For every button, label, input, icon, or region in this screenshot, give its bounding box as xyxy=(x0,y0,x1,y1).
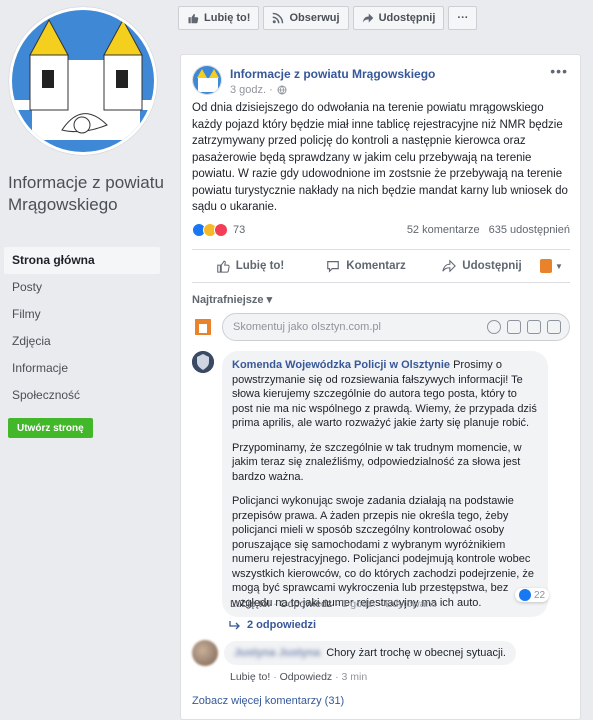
page-action-bar: Lubię to! Obserwuj Udostępnij ··· xyxy=(178,6,478,30)
page-profile-picture[interactable] xyxy=(9,7,157,155)
view-replies-link[interactable]: 2 odpowiedzi xyxy=(229,619,316,631)
rss-icon xyxy=(273,12,284,24)
comment-input[interactable]: Skomentuj jako olsztyn.com.pl xyxy=(222,313,570,341)
comment-text-p3: Policjanci wykonując swoje zadania dział… xyxy=(232,495,535,609)
left-sidebar: Informacje z powiatu Mrągowskiego Strona… xyxy=(0,0,170,720)
comment-reply-link[interactable]: Odpowiedz xyxy=(280,598,333,610)
follow-button[interactable]: Obserwuj xyxy=(263,6,349,30)
replies-count: 2 odpowiedzi xyxy=(247,619,317,631)
globe-icon xyxy=(277,85,287,95)
comment-sort-dropdown[interactable]: Najtrafniejsze ▾ xyxy=(192,293,272,306)
post-stats: 73 52 komentarze 635 udostępnień xyxy=(192,223,570,237)
post-header: Informacje z powiatu Mrągowskiego 3 godz… xyxy=(192,65,435,96)
comment-police: Komenda Wojewódzka Policji w Olsztynie P… xyxy=(192,351,570,617)
actor-selector-icon[interactable]: ▼ xyxy=(540,259,570,273)
post-like-label: Lubię to! xyxy=(235,260,285,272)
post-time[interactable]: 3 godz. · xyxy=(230,84,273,96)
comment-placeholder: Skomentuj jako olsztyn.com.pl xyxy=(233,321,381,333)
nav-item-community[interactable]: Społeczność xyxy=(4,382,160,409)
post-author-avatar[interactable] xyxy=(192,65,222,95)
reply-arrow-icon xyxy=(229,621,240,630)
reaction-count[interactable]: 73 xyxy=(233,224,245,236)
nav-item-photos[interactable]: Zdjęcia xyxy=(4,328,160,355)
sticker-icon[interactable] xyxy=(547,320,561,334)
nav-item-home[interactable]: Strona główna xyxy=(4,247,160,274)
speech-bubble-icon xyxy=(327,261,340,273)
comment-author-blurred[interactable]: Justyna Justyna xyxy=(234,647,320,659)
share-arrow-icon xyxy=(442,259,457,273)
comment-edited[interactable]: Edytowano xyxy=(385,598,437,610)
gif-icon[interactable] xyxy=(527,320,541,334)
share-count[interactable]: 635 udostępnień xyxy=(489,224,570,236)
nav-item-about[interactable]: Informacje xyxy=(4,355,160,382)
comment-time[interactable]: 1 godz. xyxy=(342,598,376,610)
commenter-avatar xyxy=(192,316,214,338)
more-options-button[interactable]: ··· xyxy=(448,6,478,30)
post-author-name[interactable]: Informacje z powiatu Mrągowskiego xyxy=(230,67,435,81)
love-reaction-icon xyxy=(214,223,228,237)
comment-author[interactable]: Komenda Wojewódzka Policji w Olsztynie xyxy=(232,359,450,371)
comment-bubble: Justyna Justyna Chory żart trochę w obec… xyxy=(224,641,516,665)
post-comment-button[interactable]: Komentarz xyxy=(308,259,424,273)
camera-icon[interactable] xyxy=(507,320,521,334)
comment-bubble: Komenda Wojewódzka Policji w Olsztynie P… xyxy=(222,351,548,617)
coat-of-arms-logo-small xyxy=(193,66,221,94)
share-arrow-icon xyxy=(362,13,373,23)
post-share-label: Udostępnij xyxy=(462,260,522,272)
share-page-button[interactable]: Udostępnij xyxy=(352,6,445,30)
comment-text: Chory żart trochę w obecnej sytuacji. xyxy=(326,647,506,659)
post-comment-label: Komentarz xyxy=(346,260,406,272)
like-reaction-icon xyxy=(519,589,531,601)
more-label: ··· xyxy=(457,12,469,24)
follow-label: Obserwuj xyxy=(289,12,340,24)
post-card: Informacje z powiatu Mrągowskiego 3 godz… xyxy=(180,54,581,720)
comment-reply-link[interactable]: Odpowiedz xyxy=(280,671,333,683)
comment-time[interactable]: 3 min xyxy=(342,671,368,683)
comment-like-link[interactable]: Lubię to! xyxy=(230,598,270,610)
create-page-button[interactable]: Utwórz stronę xyxy=(8,418,93,438)
nav-item-posts[interactable]: Posty xyxy=(4,274,160,301)
comment-like-link[interactable]: Lubię to! xyxy=(230,671,270,683)
police-avatar[interactable] xyxy=(192,351,214,373)
more-comments-link[interactable]: Zobacz więcej komentarzy (31) xyxy=(192,695,344,707)
comment-count[interactable]: 52 komentarze xyxy=(407,224,480,236)
post-like-button[interactable]: Lubię to! xyxy=(192,259,308,273)
page-nav: Strona główna Posty Filmy Zdjęcia Inform… xyxy=(4,247,160,409)
coat-of-arms-logo xyxy=(12,10,154,152)
police-badge-logo xyxy=(192,351,214,373)
share-page-label: Udostępnij xyxy=(378,12,436,24)
comment-composer: Skomentuj jako olsztyn.com.pl xyxy=(192,313,570,341)
emoji-icon[interactable] xyxy=(487,320,501,334)
olsztyn-logo xyxy=(192,316,214,338)
post-options-icon[interactable]: ••• xyxy=(550,63,568,79)
comment-text-p2: Przypominamy, że szczególnie w tak trudn… xyxy=(232,441,522,483)
comment-meta: Lubię to! · Odpowiedz · 3 min xyxy=(230,671,368,683)
comment-user: Justyna Justyna Chory żart trochę w obec… xyxy=(192,640,516,666)
like-page-label: Lubię to! xyxy=(204,12,251,24)
page-name: Informacje z powiatu Mrągowskiego xyxy=(8,173,164,214)
post-share-button[interactable]: Udostępnij xyxy=(424,259,540,273)
reaction-icons[interactable] xyxy=(192,223,228,237)
comment-reaction-badge[interactable]: 22 xyxy=(515,588,550,602)
comment-like-count: 22 xyxy=(534,589,546,601)
nav-item-videos[interactable]: Filmy xyxy=(4,301,160,328)
thumbs-up-icon xyxy=(216,260,230,273)
like-page-button[interactable]: Lubię to! xyxy=(178,6,260,30)
thumbs-up-icon xyxy=(188,13,199,24)
user-avatar[interactable] xyxy=(192,640,218,666)
post-text: Od dnia dzisiejszego do odwołania na ter… xyxy=(192,102,568,213)
comment-meta: Lubię to! · Odpowiedz · 1 godz. · Edytow… xyxy=(230,598,438,610)
post-actions: Lubię to! Komentarz Udostępnij ▼ xyxy=(192,249,570,283)
